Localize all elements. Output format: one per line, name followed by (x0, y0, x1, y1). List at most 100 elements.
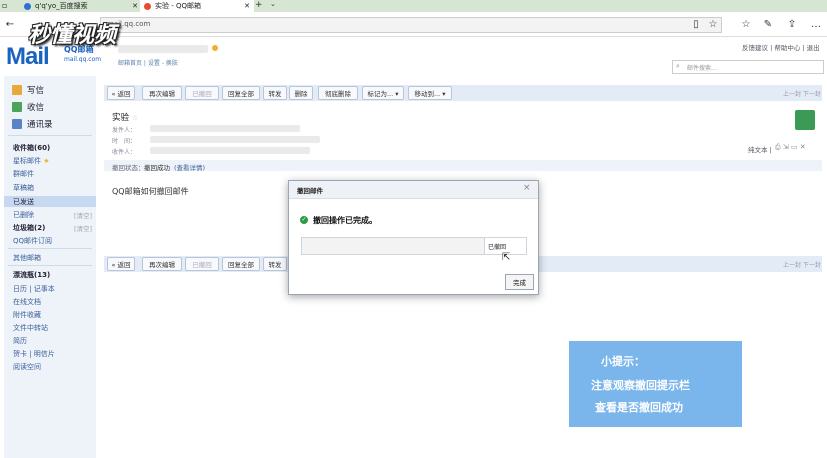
folder-deleted[interactable]: 已删除 (13, 210, 34, 220)
new-tab-icon[interactable]: + (255, 0, 263, 10)
write-button[interactable]: 写信 (12, 84, 44, 96)
top-links[interactable]: 反馈建议 | 帮助中心 | 退出 (742, 42, 820, 52)
forward-button[interactable]: 转发 (263, 257, 287, 271)
tab-baidu-search[interactable]: q'q'yo_百度搜索 ✕ (20, 0, 142, 12)
recipient-status-row: 已撤回 (301, 237, 527, 255)
folder-sent[interactable]: 已发送 (13, 197, 34, 207)
recipient-blurred (302, 238, 485, 254)
check-circle-icon: ✓ (300, 216, 308, 224)
forward-button[interactable]: 转发 (263, 86, 287, 100)
tip-line-1: 注意观察撤回提示栏 (591, 379, 690, 392)
delete-permanently-button[interactable]: 彻底删除 (318, 86, 358, 100)
time-label: 时 间： (112, 138, 137, 145)
tab-title: q'q'yo_百度搜索 (35, 2, 88, 10)
reply-all-button[interactable]: 回复全部 (222, 86, 260, 100)
folder-drafts[interactable]: 草稿箱 (13, 183, 34, 193)
close-icon[interactable]: ✕ (244, 2, 250, 10)
tip-title: 小提示： (601, 355, 645, 368)
mouse-cursor-icon: ⇱ (502, 252, 511, 263)
attachment-favorites-link[interactable]: 附件收藏 (13, 310, 41, 320)
back-button[interactable]: « 返回 (107, 86, 135, 100)
close-icon[interactable]: × (523, 183, 531, 193)
folder-other-mailboxes[interactable]: 其他邮箱 (13, 253, 41, 263)
more-menu-icon[interactable]: … (808, 16, 824, 32)
reading-space-link[interactable]: 阅读空间 (13, 362, 41, 372)
back-button[interactable]: « 返回 (107, 257, 135, 271)
account-name-blurred (118, 45, 208, 53)
reply-all-button[interactable]: 回复全部 (222, 257, 260, 271)
greeting-cards-link[interactable]: 贺卡 | 明信片 (13, 349, 55, 359)
dialog-header (289, 181, 538, 199)
folder-starred[interactable]: 星标邮件 ★ (13, 156, 50, 166)
header-links[interactable]: 邮箱首页 | 设置 - 换肤 (118, 58, 178, 67)
vip-badge-icon (212, 45, 218, 51)
favorites-icon[interactable]: ☆ (738, 16, 754, 32)
tip-overlay: 小提示： 注意观察撤回提示栏 查看是否撤回成功 (569, 341, 742, 427)
edit-again-button[interactable]: 再次编辑 (142, 257, 182, 271)
dialog-message: 撤回操作已完成。 (313, 216, 377, 225)
tab-title: 实验 - QQ邮箱 (155, 2, 201, 10)
divider (8, 248, 92, 249)
search-icon: ⌕ (676, 62, 680, 70)
print-icon[interactable]: ⎙ ⇲ ▭ ✕ (775, 143, 806, 152)
recall-details-link[interactable]: (查看详情) (174, 162, 205, 172)
close-icon[interactable]: ✕ (132, 2, 138, 10)
pencil-icon (12, 85, 22, 95)
folder-drift-bottle[interactable]: 漂流瓶(13) (13, 270, 50, 280)
write-label: 写信 (27, 86, 45, 96)
qq-favicon-icon (144, 2, 151, 10)
resume-link[interactable]: 简历 (13, 336, 27, 346)
contacts-button[interactable]: 通讯录 (12, 118, 53, 130)
pager-top[interactable]: 上一封 下一封 (783, 89, 821, 98)
mark-as-button[interactable]: 标记为... ▾ (362, 86, 404, 100)
share-icon[interactable]: ⇪ (784, 16, 800, 32)
qqmail-domain: mail.qq.com (64, 56, 102, 63)
recall-dialog: 撤回邮件 × ✓ 撤回操作已完成。 已撤回 完成 (288, 180, 539, 295)
recalled-button[interactable]: 已撤回 (185, 86, 219, 100)
star-icon[interactable]: ☆ (132, 114, 138, 122)
mail-subject-text: 实验 (112, 113, 130, 123)
folder-group[interactable]: 群邮件 (13, 169, 34, 179)
delete-button[interactable]: 删除 (289, 86, 313, 100)
folder-subscriptions[interactable]: QQ邮件订阅 (13, 236, 52, 246)
mail-search-input[interactable]: ⌕ 邮件搜索... (672, 60, 824, 74)
move-to-button[interactable]: 移动到... ▾ (408, 86, 452, 100)
clear-spam-link[interactable]: [清空] (74, 223, 92, 233)
pager-bottom[interactable]: 上一封 下一封 (783, 260, 821, 269)
recall-status-value: 撤回成功 (144, 164, 170, 172)
recall-status-bar: 撤回状态： 撤回成功 (查看详情) (104, 160, 822, 172)
tab-list-chevron-icon[interactable]: ⌄ (270, 0, 276, 8)
to-label: 收件人： (112, 149, 137, 156)
time-value-blurred (150, 136, 320, 143)
from-label: 发件人： (112, 127, 137, 134)
recalled-button[interactable]: 已撤回 (185, 257, 219, 271)
pen-icon[interactable]: ✎ (760, 16, 776, 32)
divider (8, 265, 92, 266)
receive-button[interactable]: 收信 (12, 101, 44, 113)
from-value-blurred (150, 125, 300, 132)
clear-deleted-link[interactable]: [清空] (74, 210, 92, 220)
online-docs-link[interactable]: 在线文档 (13, 297, 41, 307)
star-icon: ★ (43, 157, 50, 165)
address-bar[interactable]: mail.qq.com (100, 17, 722, 33)
inbox-icon (12, 102, 22, 112)
back-arrow-icon[interactable]: ← (2, 16, 18, 32)
tip-line-2: 查看是否撤回成功 (595, 401, 683, 414)
receive-label: 收信 (27, 103, 45, 113)
calendar-notes-link[interactable]: 日历 | 记事本 (13, 284, 55, 294)
folder-label: 星标邮件 (13, 157, 41, 165)
folder-spam[interactable]: 垃圾箱(2) (13, 223, 45, 233)
folder-inbox[interactable]: 收件箱(60) (13, 143, 50, 153)
window-menu-icon[interactable]: ▫ (2, 1, 7, 10)
baidu-favicon-icon (24, 2, 31, 10)
done-button[interactable]: 完成 (505, 274, 534, 290)
plain-text-link[interactable]: 纯文本 | (748, 144, 772, 154)
file-transfer-link[interactable]: 文件中转站 (13, 323, 48, 333)
reading-view-icon[interactable]: ▯ (688, 16, 704, 32)
favorite-star-icon[interactable]: ☆ (705, 16, 721, 32)
tab-qq-mail[interactable]: 实验 - QQ邮箱 ✕ (140, 0, 254, 12)
sidebar (4, 76, 96, 458)
edit-again-button[interactable]: 再次编辑 (142, 86, 182, 100)
divider (8, 135, 92, 136)
recipient-recall-status: 已撤回 (488, 244, 507, 251)
